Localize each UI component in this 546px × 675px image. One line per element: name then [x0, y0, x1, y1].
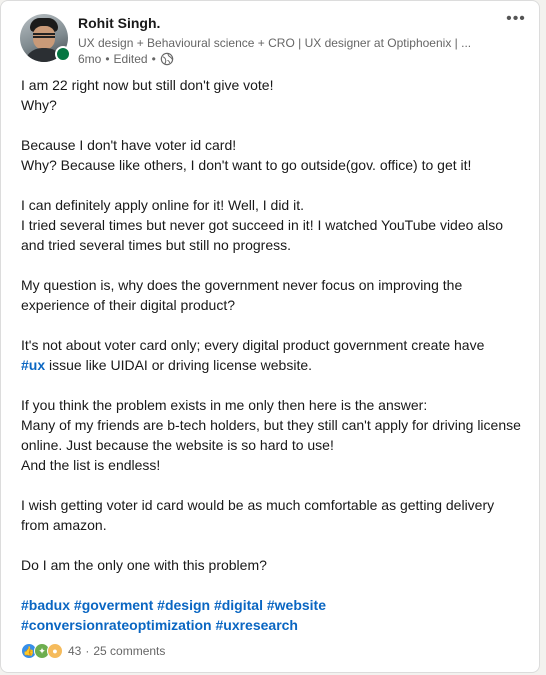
paragraph-line: I am 22 right now but still don't give v…	[21, 77, 274, 93]
hashtag-ux-link[interactable]: #ux	[21, 357, 45, 373]
paragraph-line: I wish getting voter id card would be as…	[21, 497, 495, 533]
hashtag-link[interactable]: #uxresearch	[215, 617, 298, 633]
online-status-icon	[55, 46, 71, 62]
paragraph-line: My question is, why does the government …	[21, 277, 463, 313]
hashtag-link[interactable]: #website	[267, 597, 326, 613]
paragraph-line: It's not about voter card only; every di…	[21, 337, 485, 353]
hashtag-link[interactable]: #badux	[21, 597, 70, 613]
meta-separator: •	[151, 52, 156, 66]
reaction-count[interactable]: 43	[68, 644, 81, 658]
paragraph-line: I can definitely apply online for it! We…	[21, 197, 304, 213]
post-card: Rohit Singh. UX design + Behavioural sci…	[0, 0, 540, 673]
post-meta: 6mo • Edited •	[78, 52, 174, 66]
meta-separator: •	[105, 52, 110, 66]
hashtag-link[interactable]: #digital	[214, 597, 263, 613]
paragraph-line: Many of my friends are b-tech holders, b…	[21, 417, 521, 453]
more-options-icon[interactable]: •••	[501, 11, 531, 31]
paragraph-line: I tried several times but never got succ…	[21, 217, 503, 253]
insightful-icon[interactable]: ●	[47, 643, 63, 659]
social-separator: ·	[85, 644, 90, 658]
paragraph-line: Why?	[21, 97, 57, 113]
post-body: I am 22 right now but still don't give v…	[21, 75, 526, 635]
globe-icon	[160, 52, 174, 66]
avatar-glasses	[33, 33, 55, 38]
hashtag-link[interactable]: #design	[157, 597, 210, 613]
paragraph-line: Do I am the only one with this problem?	[21, 557, 267, 573]
paragraph-line: Because I don't have voter id card!	[21, 137, 237, 153]
social-counts: 👍 ✦ ● 43 · 25 comments	[21, 643, 165, 659]
paragraph-line: If you think the problem exists in me on…	[21, 397, 428, 413]
avatar-face	[33, 26, 55, 50]
hashtag-link[interactable]: #conversionrateoptimization	[21, 617, 212, 633]
author-name[interactable]: Rohit Singh.	[78, 15, 160, 31]
hashtag-link[interactable]: #goverment	[74, 597, 153, 613]
author-headline: UX design + Behavioural science + CRO | …	[78, 36, 472, 50]
paragraph-tail: issue like UIDAI or driving license webs…	[45, 357, 313, 373]
paragraph-line: And the list is endless!	[21, 457, 161, 473]
paragraph-ux: It's not about voter card only; every di…	[21, 335, 526, 375]
post-time: 6mo	[78, 52, 102, 66]
edited-label: Edited	[113, 52, 148, 66]
paragraph-line: Why? Because like others, I don't want t…	[21, 157, 472, 173]
hashtags: #badux #goverment #design #digital #webs…	[21, 595, 526, 635]
comments-count[interactable]: 25 comments	[93, 644, 165, 658]
